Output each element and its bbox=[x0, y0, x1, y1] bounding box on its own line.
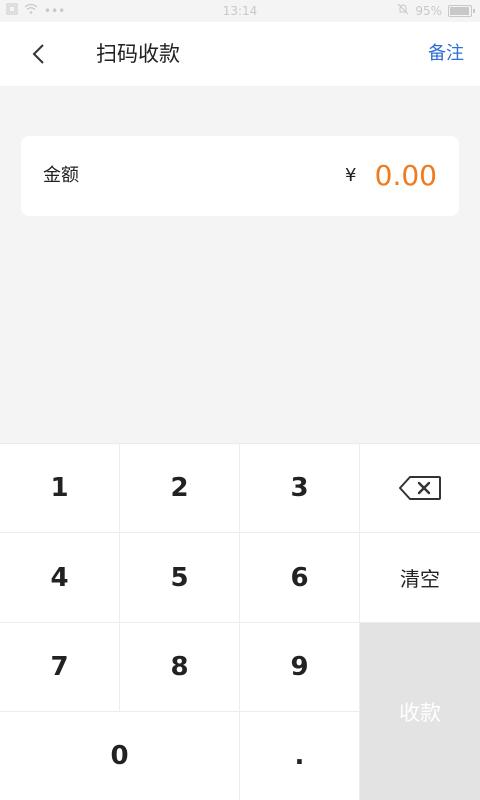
note-button[interactable]: 备注 bbox=[428, 42, 464, 66]
key-0[interactable]: 0 bbox=[0, 712, 240, 800]
amount-card[interactable]: 金额 ¥ 0.00 bbox=[21, 136, 459, 216]
status-right-icons: 95% bbox=[397, 3, 475, 18]
key-8[interactable]: 8 bbox=[120, 623, 240, 712]
page-title: 扫码收款 bbox=[96, 42, 180, 66]
amount-value: 0.00 bbox=[374, 159, 437, 192]
mute-icon bbox=[397, 3, 409, 18]
backspace-icon bbox=[399, 476, 441, 500]
collect-payment-button[interactable]: 收款 bbox=[360, 623, 480, 800]
key-4[interactable]: 4 bbox=[0, 533, 120, 623]
key-7[interactable]: 7 bbox=[0, 623, 120, 712]
clear-button[interactable]: 清空 bbox=[360, 533, 480, 623]
key-1[interactable]: 1 bbox=[0, 443, 120, 533]
nav-bar: 扫码收款 备注 bbox=[0, 22, 480, 86]
backspace-button[interactable] bbox=[360, 443, 480, 533]
key-6[interactable]: 6 bbox=[240, 533, 360, 623]
battery-text: 95% bbox=[415, 3, 442, 18]
key-9[interactable]: 9 bbox=[240, 623, 360, 712]
amount-label: 金额 bbox=[43, 165, 79, 186]
battery-icon bbox=[448, 4, 475, 17]
battery-fill bbox=[450, 6, 469, 15]
status-bar: ••• 13:14 95% bbox=[0, 0, 480, 22]
key-2[interactable]: 2 bbox=[120, 443, 240, 533]
keypad: 1 2 3 4 5 6 清空 7 8 9 0 . 收款 bbox=[0, 443, 480, 800]
key-3[interactable]: 3 bbox=[240, 443, 360, 533]
back-button[interactable] bbox=[22, 38, 54, 70]
chevron-left-icon bbox=[32, 44, 44, 64]
key-5[interactable]: 5 bbox=[120, 533, 240, 623]
currency-symbol: ¥ bbox=[345, 165, 357, 186]
key-dot[interactable]: . bbox=[240, 712, 360, 800]
